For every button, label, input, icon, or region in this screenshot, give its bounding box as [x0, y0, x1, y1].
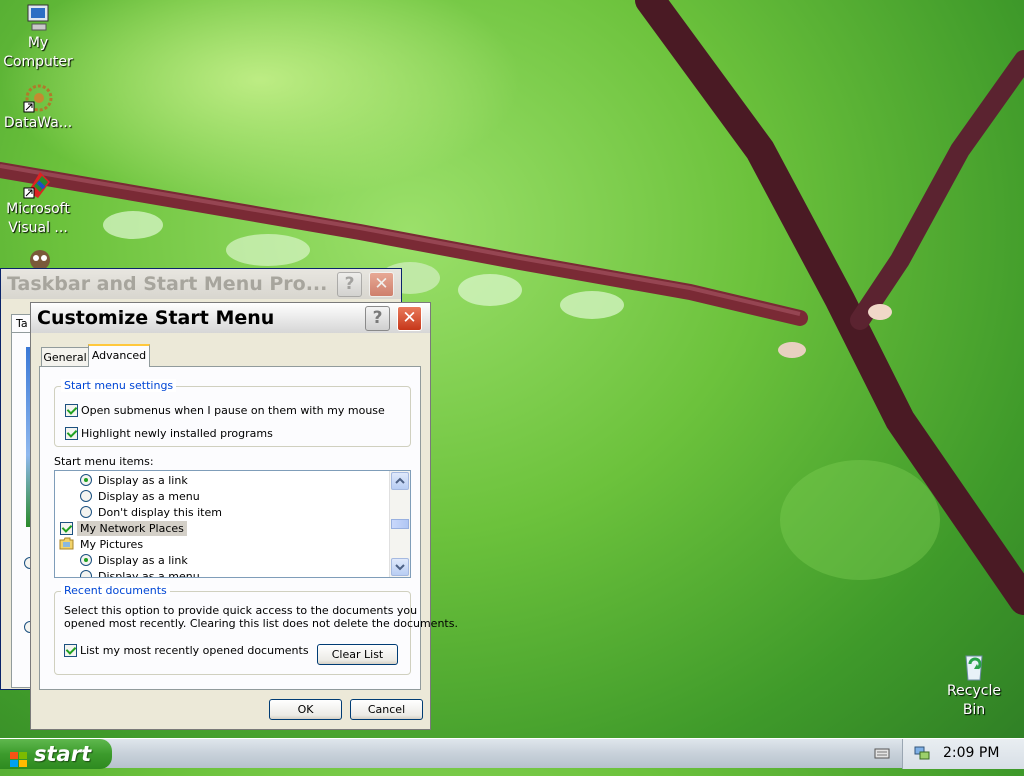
list-item-label: Display as a link: [98, 554, 188, 567]
window-title: Taskbar and Start Menu Pro...: [7, 273, 328, 295]
visual-studio-icon: [22, 168, 54, 200]
list-item-label: My Pictures: [80, 538, 144, 551]
start-menu-settings-group: Start menu settings Open submenus when I…: [54, 379, 411, 447]
recycle-bin-icon: [958, 650, 990, 682]
desktop-icon-visual-studio[interactable]: Microsoft Visual ...: [0, 168, 76, 238]
clock[interactable]: 2:09 PM: [943, 745, 999, 761]
list-item-label: Display as a link: [98, 474, 188, 487]
help-button[interactable]: ?: [337, 272, 362, 297]
keyboard-icon[interactable]: [874, 746, 890, 760]
desktop-icon-label: Microsoft Visual ...: [6, 201, 70, 236]
ok-button[interactable]: OK: [269, 699, 342, 720]
start-menu-items-list[interactable]: Display as a link Display as a menu Don'…: [54, 470, 411, 578]
list-item-selected[interactable]: My Network Places: [77, 521, 187, 536]
desktop-icon-label: DataWa...: [3, 115, 73, 131]
my-network-places-checkbox[interactable]: [60, 522, 73, 535]
open-submenus-checkbox[interactable]: [65, 404, 78, 417]
chevron-up-icon: [395, 477, 405, 484]
computer-icon: [22, 2, 54, 34]
radio-display-menu[interactable]: [80, 570, 92, 577]
recent-description: opened most recently. Clearing this list…: [64, 617, 458, 630]
radio-display-link[interactable]: [80, 554, 92, 566]
list-scrollbar[interactable]: [389, 471, 410, 577]
desktop-icon-label: My Computer: [3, 35, 73, 70]
radio-dont-display[interactable]: [80, 506, 92, 518]
network-icon[interactable]: [913, 745, 931, 761]
scroll-up-button[interactable]: [391, 472, 409, 490]
checkbox-label: Open submenus when I pause on them with …: [81, 404, 385, 417]
desktop-icon-recycle-bin[interactable]: Recycle Bin: [936, 650, 1012, 720]
recent-description: Select this option to provide quick acce…: [64, 604, 418, 617]
folder-icon: [59, 537, 74, 550]
start-label: start: [34, 742, 92, 766]
cancel-button[interactable]: Cancel: [350, 699, 423, 720]
list-item-label: Display as a menu: [98, 570, 200, 578]
tab-advanced[interactable]: Advanced: [88, 344, 150, 367]
checkbox-label: Highlight newly installed programs: [81, 427, 273, 440]
desktop-icon-partial[interactable]: [24, 246, 56, 270]
desktop-icon-datawarrior[interactable]: DataWa...: [0, 82, 76, 133]
windows-logo-icon: [10, 746, 28, 767]
list-item-label: Don't display this item: [98, 506, 222, 519]
highlight-programs-checkbox[interactable]: [65, 427, 78, 440]
group-legend: Recent documents: [61, 584, 170, 597]
tab-general[interactable]: General: [41, 347, 89, 366]
scroll-thumb[interactable]: [391, 519, 409, 529]
clear-list-button[interactable]: Clear List: [317, 644, 398, 665]
start-menu-items-label: Start menu items:: [54, 455, 154, 468]
customize-start-menu-dialog[interactable]: Customize Start Menu ? ✕ General Advance…: [30, 302, 458, 730]
help-button[interactable]: ?: [365, 306, 390, 331]
taskbar: start 2:09 PM: [0, 738, 1024, 769]
desktop-icon-label: Recycle Bin: [947, 683, 1001, 718]
close-button[interactable]: ✕: [369, 272, 394, 297]
desktop-icon-my-computer[interactable]: My Computer: [0, 2, 76, 72]
list-recent-documents-checkbox[interactable]: [64, 644, 77, 657]
list-item-label: Display as a menu: [98, 490, 200, 503]
radio-display-link[interactable]: [80, 474, 92, 486]
start-button[interactable]: start: [0, 739, 112, 769]
dialog-title: Customize Start Menu: [37, 307, 275, 329]
system-tray: 2:09 PM: [902, 739, 1024, 769]
scroll-down-button[interactable]: [391, 558, 409, 576]
checkbox-label: List my most recently opened documents: [80, 644, 309, 657]
recent-documents-group: Recent documents Select this option to p…: [54, 584, 458, 675]
radio-display-menu[interactable]: [80, 490, 92, 502]
chevron-down-icon: [395, 564, 405, 571]
tab-panel: Start menu settings Open submenus when I…: [39, 366, 458, 690]
group-legend: Start menu settings: [61, 379, 177, 392]
datawarrior-icon: [22, 82, 54, 114]
close-button[interactable]: ✕: [397, 306, 422, 331]
